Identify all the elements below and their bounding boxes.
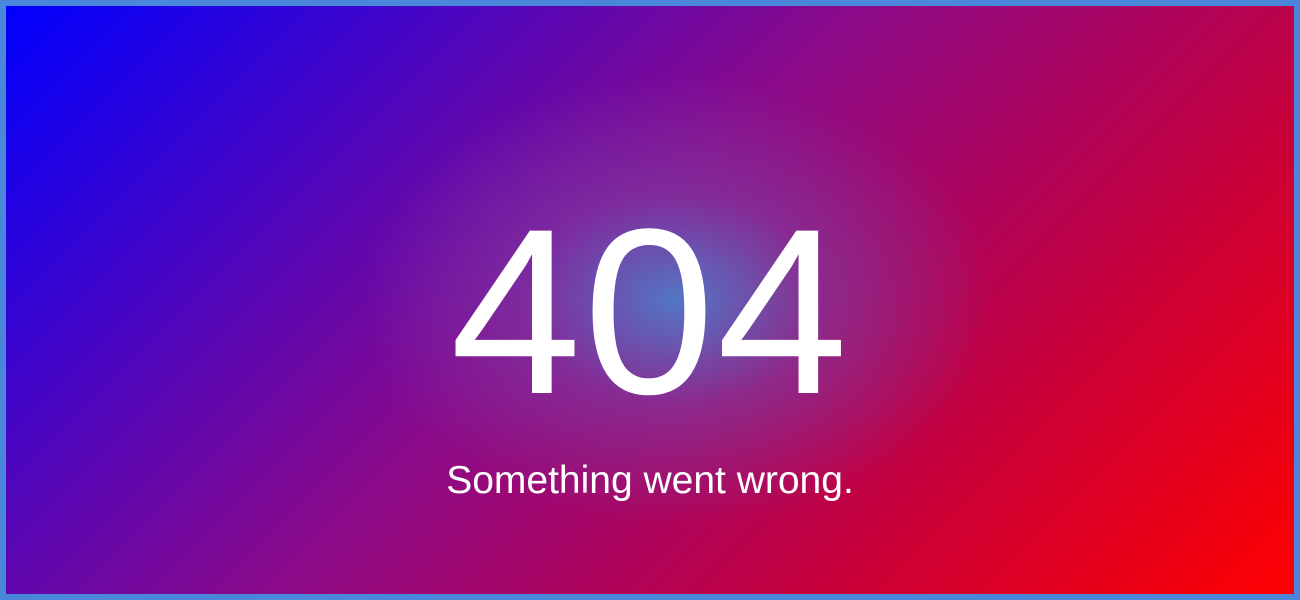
error-message: Something went wrong. <box>446 459 854 502</box>
error-content: 404 Something went wrong. <box>6 6 1294 594</box>
error-code: 404 <box>450 180 850 444</box>
error-page: 404 Something went wrong. <box>0 0 1300 600</box>
